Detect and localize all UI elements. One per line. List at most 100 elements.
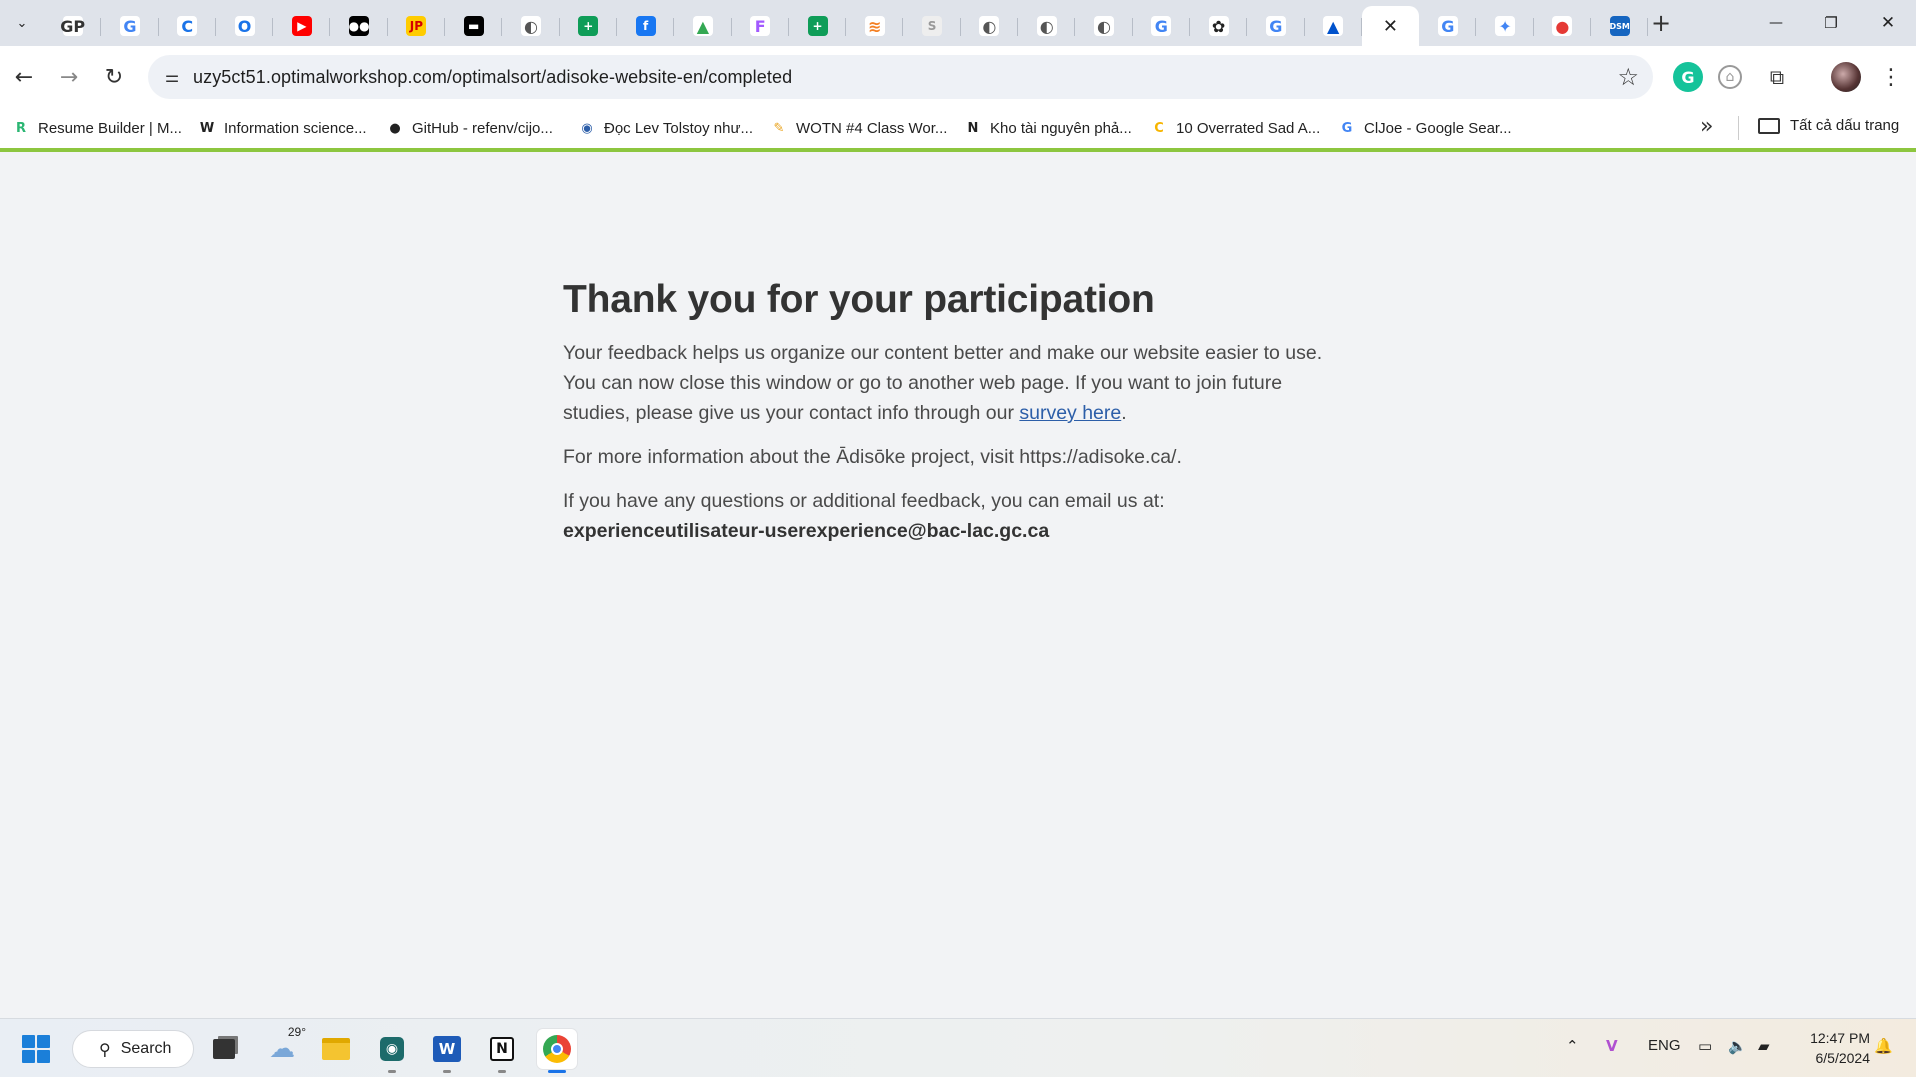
globe-icon: ◐ [979, 16, 1000, 36]
bookmark-item[interactable]: C 10 Overrated Sad A... [1150, 117, 1320, 139]
bookmark-item[interactable]: N Kho tài nguyên phả... [964, 117, 1132, 139]
google-icon: G [1437, 16, 1458, 36]
restore-button[interactable]: ❐ [1803, 0, 1859, 46]
word-icon[interactable]: W [427, 1029, 467, 1073]
tab-search-button[interactable]: ⌄ [8, 11, 36, 35]
browser-tab[interactable]: O [216, 6, 274, 46]
new-tab-button[interactable]: + [1648, 9, 1674, 37]
sheets-icon: + [807, 16, 828, 36]
browser-tab[interactable]: f [617, 6, 675, 46]
bookmarks-divider [1738, 116, 1739, 140]
tab-close-icon[interactable]: ✕ [1383, 16, 1398, 37]
browser-tab[interactable]: ▲ [1305, 6, 1362, 46]
browser-tab[interactable]: ◐ [961, 6, 1019, 46]
browser-tab[interactable]: + [789, 6, 847, 46]
v-app-icon[interactable]: V [1606, 1037, 1618, 1055]
project-info-paragraph: For more information about the Ādisōke p… [563, 446, 1182, 468]
browser-tab[interactable]: C [159, 6, 216, 46]
completion-message: Thank you for your participation Your fe… [563, 278, 1353, 560]
bookmark-label: WOTN #4 Class Wor... [796, 119, 948, 137]
bookmark-item[interactable]: ✎ WOTN #4 Class Wor... [770, 117, 948, 139]
pen-icon: ✎ [773, 120, 785, 136]
stackoverflow-icon: ≋ [864, 16, 885, 36]
browser-tab[interactable]: ◐ [502, 6, 560, 46]
back-button[interactable]: ← [8, 61, 40, 93]
browser-tab[interactable]: ◐ [1075, 6, 1133, 46]
show-hidden-icons-icon[interactable]: ⌃ [1566, 1037, 1579, 1055]
chevron-down-icon: ⌄ [16, 15, 28, 30]
bookmark-item[interactable]: R Resume Builder | M... [12, 117, 182, 139]
c-icon: C [1154, 120, 1164, 136]
chrome-icon[interactable] [537, 1029, 577, 1073]
browser-tab[interactable]: ◐ [1018, 6, 1076, 46]
page-body: Thank you for your participation Your fe… [0, 152, 1916, 1018]
google-icon: G [1151, 16, 1172, 36]
window-close-button[interactable]: ✕ [1860, 0, 1916, 46]
grammarly-icon[interactable]: G [1673, 62, 1703, 92]
copilot-icon: C [177, 16, 198, 36]
browser-tab[interactable]: ✕ [1361, 6, 1420, 46]
browser-tab[interactable]: ✿ [1190, 6, 1248, 46]
language-indicator[interactable]: ENG [1648, 1037, 1681, 1054]
tab-list: GP G C O ▶ ●● JP ▬ ◐ + f ▲ F + ≋ S ◐ ◐ ◐ G ✿ G ▲ ✕ G ✦ ● DSM [44, 6, 1649, 46]
search-icon: ⚲ [99, 1039, 111, 1059]
more-bookmarks-icon[interactable]: » [1700, 114, 1713, 139]
minimize-button[interactable]: — [1748, 0, 1804, 46]
bookmark-item[interactable]: ◉ Đọc Lev Tolstoy như... [578, 117, 753, 139]
extension-icon[interactable]: ⌂ [1718, 65, 1742, 89]
feedback-text: Your feedback helps us organize our cont… [563, 342, 1323, 424]
google-icon: G [1265, 16, 1286, 36]
browser-tab[interactable]: ▶ [273, 6, 331, 46]
bookmark-label: GitHub - refenv/cijo... [412, 119, 553, 137]
file-explorer-icon[interactable] [316, 1029, 356, 1069]
browser-tab[interactable]: G [1419, 6, 1477, 46]
bookmark-item[interactable]: W Information science... [198, 117, 367, 139]
browser-tab[interactable]: ✦ [1476, 6, 1534, 46]
weather-widget[interactable]: ☁ 29° [262, 1025, 306, 1069]
clock[interactable]: 12:47 PM 6/5/2024 [1790, 1028, 1870, 1068]
browser-tab[interactable]: G [1247, 6, 1305, 46]
bookmark-star-icon[interactable]: ☆ [1617, 63, 1639, 91]
forward-button[interactable]: → [53, 61, 85, 93]
reload-button[interactable]: ↻ [98, 61, 130, 93]
wikipedia-icon: W [199, 120, 215, 136]
profile-avatar[interactable] [1831, 62, 1861, 92]
windows-taskbar: ⚲ Search ☁ 29° ◉ W N ⌃ V ENG ▭ 🔈 ▰ 12:47… [0, 1018, 1916, 1077]
address-bar[interactable]: ⚌ uzy5ct51.optimalworkshop.com/optimalso… [148, 55, 1653, 99]
task-view-icon[interactable] [204, 1029, 244, 1069]
survey-link[interactable]: survey here [1019, 402, 1121, 424]
facebook-icon: f [635, 16, 656, 36]
all-bookmarks-folder[interactable]: Tất cả dấu trang [1758, 117, 1899, 134]
browser-tab[interactable]: ▬ [445, 6, 503, 46]
browser-tab[interactable]: DSM [1591, 6, 1649, 46]
bookmark-label: Đọc Lev Tolstoy như... [604, 119, 754, 137]
browser-tab[interactable]: F [732, 6, 789, 46]
browser-tab[interactable]: G [1133, 6, 1190, 46]
browser-tab[interactable]: ●● [330, 6, 388, 46]
browser-tab[interactable]: + [560, 6, 617, 46]
notion-icon[interactable]: N [482, 1029, 522, 1073]
browser-tab[interactable]: JP [388, 6, 446, 46]
battery-icon[interactable]: ▰ [1758, 1037, 1770, 1055]
extensions-puzzle-icon[interactable]: ⧉ [1762, 62, 1792, 92]
start-button[interactable] [22, 1035, 50, 1063]
volume-icon[interactable]: 🔈 [1728, 1037, 1747, 1055]
browser-menu-icon[interactable]: ⋮ [1876, 62, 1906, 92]
browser-tab[interactable]: G [101, 6, 159, 46]
notification-bell-icon[interactable]: 🔔 [1874, 1037, 1893, 1055]
network-icon[interactable]: ▭ [1698, 1037, 1712, 1055]
browser-tab[interactable]: ▲ [674, 6, 732, 46]
app-icon[interactable]: ◉ [372, 1029, 412, 1073]
url-text[interactable]: uzy5ct51.optimalworkshop.com/optimalsort… [193, 67, 792, 88]
notification-icon: ● [1552, 16, 1573, 36]
bookmark-item[interactable]: G ClJoe - Google Sear... [1338, 117, 1512, 139]
browser-tab[interactable]: ● [1534, 6, 1592, 46]
browser-tab[interactable]: ≋ [846, 6, 904, 46]
browser-tab[interactable]: S [903, 6, 961, 46]
taskbar-search[interactable]: ⚲ Search [72, 1030, 194, 1068]
browser-tab[interactable]: GP [44, 6, 102, 46]
bookmark-item[interactable]: ● GitHub - refenv/cijo... [386, 117, 553, 139]
bookmark-label: 10 Overrated Sad A... [1176, 119, 1321, 137]
site-info-icon[interactable]: ⚌ [158, 63, 186, 91]
folder-icon [1758, 117, 1780, 134]
